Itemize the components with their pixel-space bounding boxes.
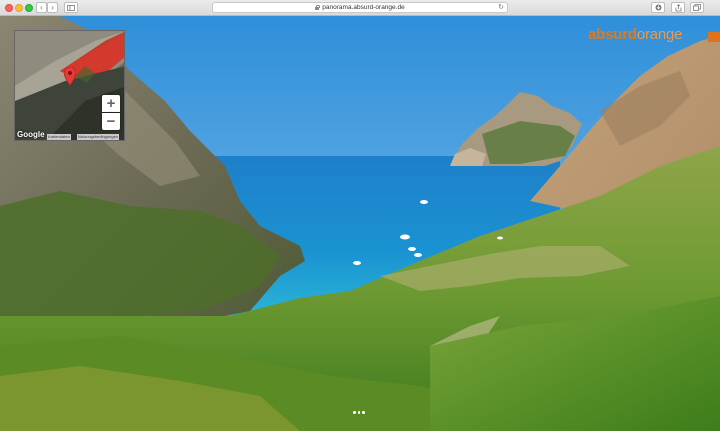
location-pin-icon[interactable] [64, 67, 76, 86]
google-logo: Google [17, 130, 45, 139]
share-button[interactable] [671, 2, 685, 13]
minimize-window-button[interactable] [15, 4, 23, 12]
fullscreen-window-button[interactable] [25, 4, 33, 12]
share-icon [675, 3, 681, 11]
download-button[interactable] [651, 2, 665, 13]
tabs-button[interactable] [690, 2, 704, 13]
sidebar-icon [67, 4, 75, 11]
forward-button[interactable]: › [47, 2, 58, 13]
back-button[interactable]: ‹ [36, 2, 47, 13]
map-data-link[interactable]: Kartendaten [47, 134, 71, 140]
browser-toolbar: ‹ › panorama.absurd-orange.de ↻ [0, 0, 720, 16]
pager-dot[interactable] [362, 411, 365, 414]
minimap[interactable]: + − Google Kartendaten Nutzungsbedingung… [14, 30, 125, 141]
sidebar-button[interactable] [64, 2, 78, 13]
zoom-out-button[interactable]: − [102, 113, 120, 130]
pager-dot[interactable] [357, 411, 360, 414]
address-bar[interactable]: panorama.absurd-orange.de ↻ [212, 2, 508, 13]
pager-dot[interactable] [353, 411, 356, 414]
pager-dots[interactable] [353, 411, 365, 414]
lock-icon [315, 4, 320, 10]
zoom-in-button[interactable]: + [102, 95, 120, 112]
chevron-left-icon: ‹ [40, 2, 43, 12]
close-window-button[interactable] [5, 4, 13, 12]
logo-mark-icon [708, 32, 720, 42]
logo-part-orange: orange [636, 26, 683, 43]
tabs-icon [693, 4, 701, 11]
logo-part-absurd: absurd [588, 26, 637, 43]
reload-icon[interactable]: ↻ [498, 3, 504, 11]
terms-of-use-link[interactable]: Nutzungsbedingungen [77, 134, 120, 140]
url-text: panorama.absurd-orange.de [322, 4, 405, 11]
chevron-right-icon: › [51, 2, 54, 12]
download-icon [655, 4, 661, 11]
brand-logo[interactable]: absurdorange [588, 26, 683, 43]
